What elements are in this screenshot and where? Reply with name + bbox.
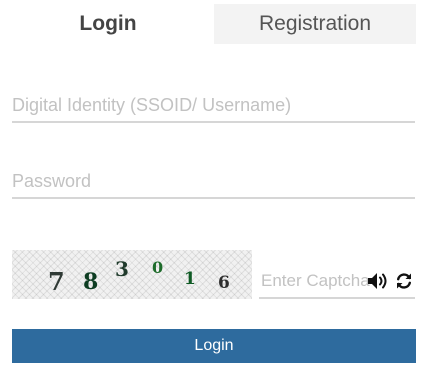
captcha-char: 1 [184,269,196,289]
captcha-char: 3 [115,257,129,281]
captcha-char: 0 [152,258,164,277]
refresh-icon[interactable] [395,272,413,290]
tab-login[interactable]: Login [6,4,210,44]
tab-registration[interactable]: Registration [214,4,416,44]
captcha-char: 6 [218,273,230,293]
captcha-char: 7 [48,267,65,296]
auth-tabs: Login Registration [0,0,430,44]
login-button[interactable]: Login [12,329,416,363]
username-input[interactable] [12,89,415,123]
password-input[interactable] [12,165,415,199]
captcha-input[interactable] [259,265,415,299]
speaker-icon[interactable] [367,271,389,291]
captcha-char: 8 [83,269,99,295]
captcha-image: 7 8 3 0 1 6 [12,250,252,299]
